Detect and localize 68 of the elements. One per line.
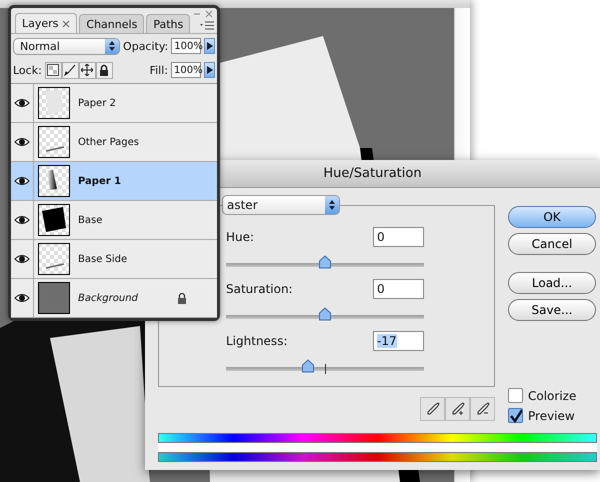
slider-thumb[interactable] [318,255,332,269]
slider-thumb[interactable] [318,307,332,321]
layer-name: Other Pages [78,136,139,148]
dialog-title: Hue/Saturation [323,166,422,181]
eyedropper-icon[interactable] [420,397,445,421]
eyedropper-plus-icon[interactable] [445,397,470,421]
value-field[interactable]: -17 [373,331,424,351]
triangle-right-icon [206,42,213,50]
layer-thumbnail [38,87,70,119]
layer-thumbnail [38,243,70,275]
eye-icon[interactable] [14,97,30,109]
dialog-button[interactable]: OK [508,206,596,228]
fill-field[interactable]: 100% [171,62,201,78]
layer-thumbnail [38,282,70,314]
value-field[interactable]: 0 [373,279,424,299]
dialog-button[interactable]: Save... [508,299,596,321]
layer-row[interactable]: Paper 2 [11,84,217,123]
layer-thumbnail [38,165,70,197]
checkbox[interactable] [508,408,523,423]
lock-label: Lock: [13,64,42,77]
layer-row[interactable]: Paper 1 [11,162,217,201]
panel-tab[interactable]: Paths [146,14,190,34]
value-field[interactable]: 0 [373,227,424,247]
layer-name: Base Side [78,254,128,264]
adjustment-label: Saturation: [226,282,293,296]
padlock-icon[interactable] [96,62,113,79]
panel-menu-icon[interactable] [200,21,214,31]
eye-icon[interactable] [14,175,30,187]
adjustment-label: Lightness: [226,334,288,348]
eye-icon[interactable] [14,292,30,304]
panel-tab[interactable]: Channels [79,14,144,34]
eye-icon[interactable] [14,136,30,148]
fill-label: Fill: [150,64,168,77]
slider-thumb[interactable] [302,359,315,373]
layer-row[interactable]: Other Pages [11,123,217,162]
layer-name: Background [78,292,138,304]
eye-icon[interactable] [14,253,30,265]
layer-row[interactable]: Base [11,201,217,240]
blend-mode-dropdown[interactable]: Normal [13,38,120,54]
close-icon[interactable] [62,20,70,28]
layer-thumbnail [38,204,70,236]
eyedropper-minus-icon[interactable] [470,397,495,421]
opacity-field[interactable]: 100% [171,38,202,54]
layer-row[interactable]: Background [11,279,217,318]
brush-icon[interactable] [62,62,79,79]
fill-slider-button[interactable] [204,62,215,78]
minimize-close-icon[interactable] [193,10,215,18]
layer-row[interactable]: Base Side [11,240,217,279]
option-checkbox[interactable]: Preview [508,408,596,423]
adjustment-label: Hue: [226,230,254,244]
dialog-button[interactable]: Cancel [508,233,596,255]
panel-tab[interactable]: Layers [15,13,78,34]
layer-name: Paper 1 [78,176,122,186]
layer-name: Paper 2 [78,98,116,108]
option-checkbox[interactable]: Colorize [508,388,596,403]
dropdown-arrows-icon [325,196,339,214]
layer-thumbnail [38,126,70,158]
checkbox[interactable] [508,388,523,403]
opacity-label: Opacity: [123,40,168,52]
dropdown-arrows-icon [105,38,120,54]
eye-icon[interactable] [14,214,30,226]
dialog-button[interactable]: Load... [508,272,596,294]
checkerboard-icon[interactable] [44,62,62,79]
move-arrows-icon[interactable] [78,62,96,79]
opacity-slider-button[interactable] [204,38,215,54]
layer-name: Base [78,214,102,226]
edit-dropdown[interactable]: aster [222,195,340,215]
triangle-right-icon [206,66,212,74]
